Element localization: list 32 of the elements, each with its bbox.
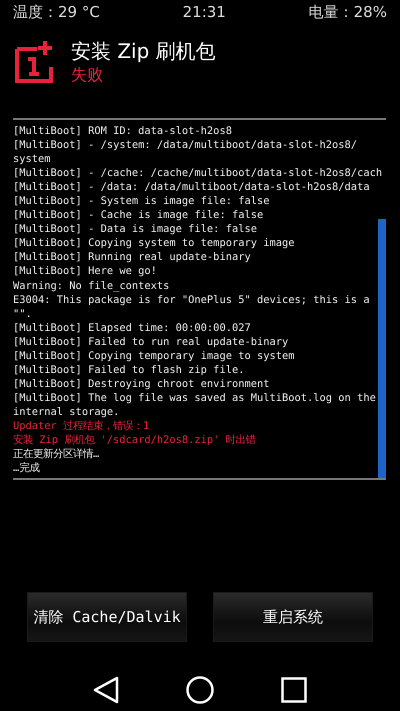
log-line: [MultiBoot] Copying system to temporary image — [13, 236, 296, 250]
wipe-cache-button[interactable]: 清除 Cache/Dalvik — [27, 592, 187, 642]
error-log-line: Updater 过程结束，错误：1 — [13, 418, 150, 434]
log-line: [MultiBoot] Elapsed time: 00:00:00.027 — [13, 320, 252, 335]
log-line: [MultiBoot] - Cache is image file: false — [13, 208, 264, 222]
log-line: system — [13, 152, 52, 166]
clock-time: 21:31 — [182, 3, 226, 21]
page-title: 安装 Zip 刷机包 — [71, 38, 216, 64]
reboot-button[interactable]: 重启系统 — [213, 592, 373, 642]
temperature-reading: 温度：29 °C — [13, 2, 100, 22]
install-status: 失败 — [71, 64, 104, 86]
log-line: [MultiBoot] Failed to flash zip file. — [13, 362, 246, 377]
log-line: E3004: This package is for "OnePlus 5" devices; this is a — [13, 292, 371, 307]
log-line: [MultiBoot] Here we go! — [13, 264, 158, 279]
log-line: [MultiBoot] Copying temporary image to system — [13, 348, 296, 363]
error-log-line: 安装 Zip 刷机包 '/sdcard/h2os8.zip' 时出错 — [13, 433, 257, 448]
log-line: "". — [13, 306, 33, 321]
log-line: [MultiBoot] - /cache: /cache/multiboot/data-slot-h2os8/cach — [13, 166, 384, 180]
log-line: [MultiBoot] The log file was saved as MultiBoot.log on the — [13, 390, 377, 405]
log-line: [MultiBoot] - System is image file: false — [13, 194, 270, 208]
log-line: 正在更新分区详情… — [13, 447, 100, 462]
battery-level: 电量：28% — [308, 2, 387, 22]
log-line: [MultiBoot] - Data is image file: false — [13, 222, 258, 236]
log-line: [MultiBoot] Destroying chroot environment — [13, 376, 270, 391]
log-line: [MultiBoot] Failed to run real update-binary — [13, 334, 290, 349]
log-line: Warning: No file_contexts — [13, 278, 170, 293]
log-line: internal storage. — [13, 404, 120, 419]
log-line: …完成 — [13, 461, 40, 476]
log-line: [MultiBoot] - /system: /data/multiboot/data-slot-h2os8/ — [13, 138, 358, 152]
log-line: [MultiBoot] ROM ID: data-slot-h2os8 — [13, 124, 233, 138]
log-line: [MultiBoot] - /data: /data/multiboot/data-slot-h2os8/data — [13, 180, 371, 194]
log-line: [MultiBoot] Running real update-binary — [13, 250, 252, 264]
